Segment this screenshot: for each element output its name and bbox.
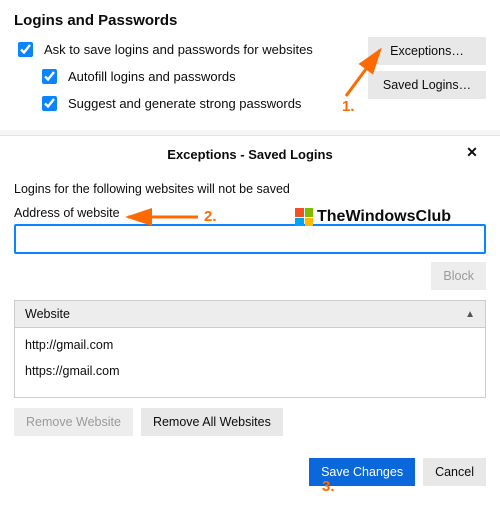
- ask-save-label: Ask to save logins and passwords for web…: [44, 42, 313, 57]
- autofill-checkbox[interactable]: [42, 69, 57, 84]
- address-input[interactable]: [14, 224, 486, 254]
- autofill-checkbox-row: Autofill logins and passwords: [38, 66, 368, 87]
- exceptions-dialog: Exceptions - Saved Logins ✕ Logins for t…: [0, 136, 500, 500]
- remove-website-button[interactable]: Remove Website: [14, 408, 133, 436]
- ask-save-checkbox-row: Ask to save logins and passwords for web…: [14, 39, 368, 60]
- section-heading: Logins and Passwords: [14, 12, 486, 29]
- suggest-checkbox-row: Suggest and generate strong passwords: [38, 93, 368, 114]
- cancel-button[interactable]: Cancel: [423, 458, 486, 486]
- logins-passwords-section: Logins and Passwords Ask to save logins …: [0, 0, 500, 130]
- suggest-checkbox[interactable]: [42, 96, 57, 111]
- list-item[interactable]: https://gmail.com: [15, 358, 485, 384]
- list-item[interactable]: http://gmail.com: [15, 332, 485, 358]
- suggest-label: Suggest and generate strong passwords: [68, 96, 301, 111]
- ask-save-checkbox[interactable]: [18, 42, 33, 57]
- autofill-label: Autofill logins and passwords: [68, 69, 236, 84]
- remove-all-websites-button[interactable]: Remove All Websites: [141, 408, 283, 436]
- column-label: Website: [25, 307, 70, 321]
- dialog-title: Exceptions - Saved Logins: [167, 147, 332, 162]
- block-button[interactable]: Block: [431, 262, 486, 290]
- sort-asc-icon: ▲: [465, 309, 475, 320]
- close-icon[interactable]: ✕: [462, 142, 482, 162]
- save-changes-button[interactable]: Save Changes: [309, 458, 415, 486]
- exceptions-button[interactable]: Exceptions…: [368, 37, 486, 65]
- dialog-titlebar: Exceptions - Saved Logins ✕: [14, 136, 486, 168]
- address-field-label: Address of website: [14, 206, 486, 220]
- dialog-description: Logins for the following websites will n…: [14, 182, 486, 196]
- website-list: http://gmail.com https://gmail.com: [14, 328, 486, 398]
- website-column-header[interactable]: Website ▲: [14, 300, 486, 328]
- saved-logins-button[interactable]: Saved Logins…: [368, 71, 486, 99]
